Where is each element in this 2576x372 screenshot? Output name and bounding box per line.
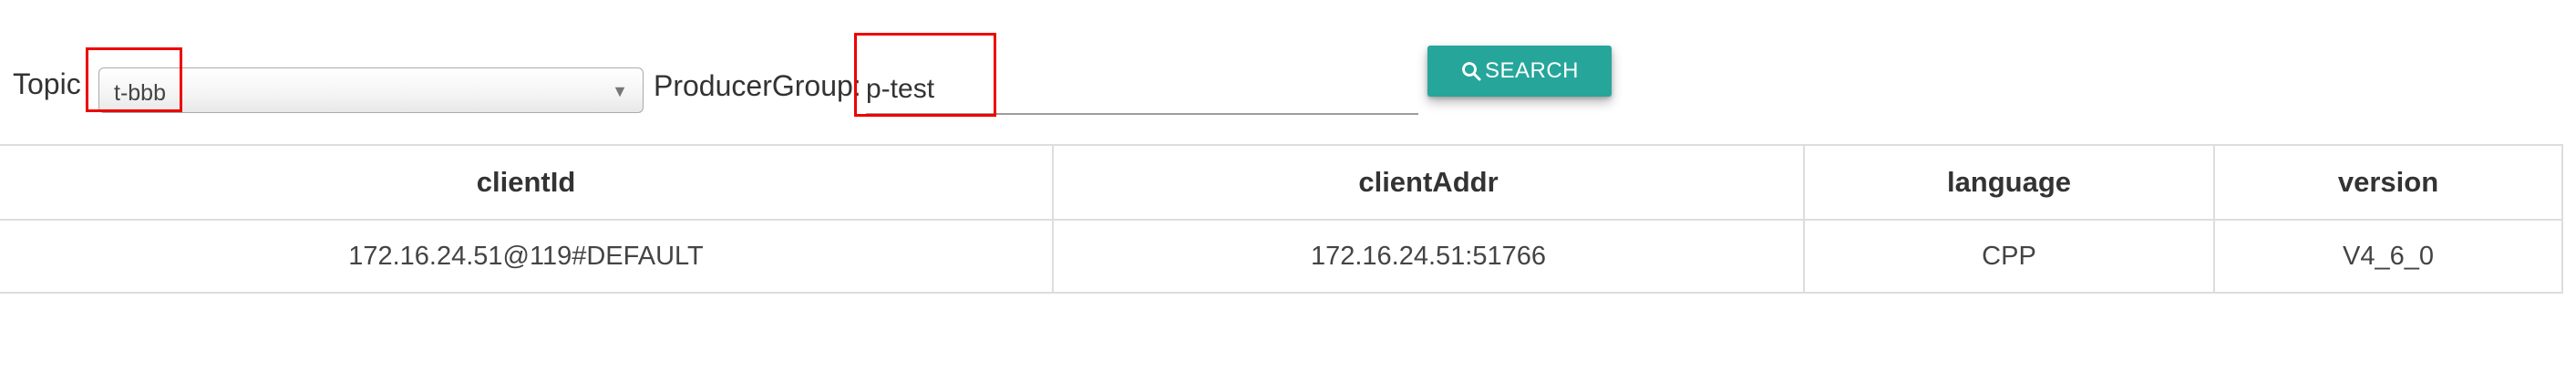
search-button[interactable]: SEARCH	[1427, 46, 1612, 97]
table-header-row: clientId clientAddr language version	[0, 144, 2563, 221]
cell-client-id: 172.16.24.51@119#DEFAULT	[0, 219, 1054, 294]
producer-group-label: ProducerGroup:	[654, 69, 861, 102]
cell-language: CPP	[1803, 219, 2215, 294]
topic-label: Topic	[13, 67, 81, 100]
column-header-version: version	[2213, 144, 2563, 221]
column-header-client-id: clientId	[0, 144, 1054, 221]
cell-client-addr: 172.16.24.51:51766	[1052, 219, 1805, 294]
producer-group-input[interactable]	[866, 66, 1418, 115]
chevron-down-icon: ▼	[612, 82, 628, 100]
topic-select[interactable]: t-bbb ▼	[98, 67, 644, 113]
cell-version: V4_6_0	[2213, 219, 2563, 294]
producer-query-page: Topic t-bbb ▼ ProducerGroup: SEARCH clie…	[0, 0, 2576, 372]
table-row: 172.16.24.51@119#DEFAULT 172.16.24.51:51…	[0, 219, 2563, 294]
search-icon	[1462, 62, 1481, 81]
search-button-label: SEARCH	[1484, 58, 1580, 83]
producer-client-table: clientId clientAddr language version 172…	[0, 144, 2563, 294]
column-header-client-addr: clientAddr	[1052, 144, 1805, 221]
topic-select-value: t-bbb	[114, 80, 166, 106]
column-header-language: language	[1803, 144, 2215, 221]
